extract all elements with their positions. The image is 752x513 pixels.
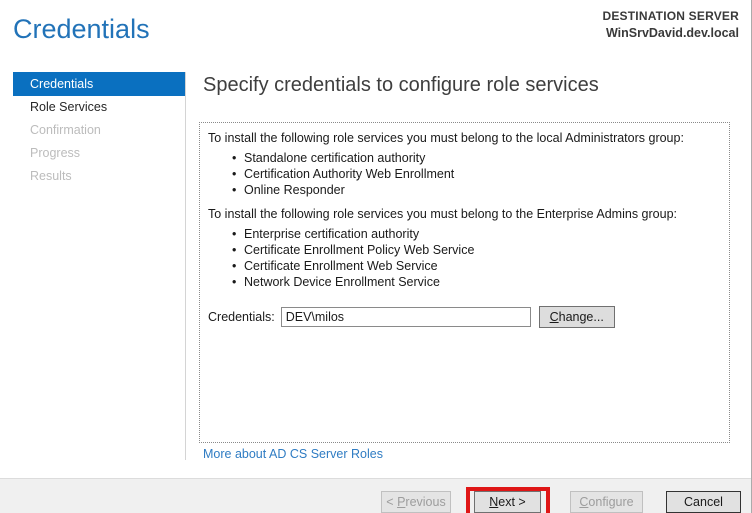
list-item: Enterprise certification authority	[232, 226, 721, 242]
next-button[interactable]: Next >	[474, 491, 541, 513]
sidebar-divider	[185, 72, 186, 460]
list-item: Network Device Enrollment Service	[232, 274, 721, 290]
cancel-button[interactable]: Cancel	[666, 491, 741, 513]
wizard-window: Credentials DESTINATION SERVER WinSrvDav…	[0, 0, 752, 513]
sidebar-item-credentials[interactable]: Credentials	[13, 72, 185, 96]
credentials-label: Credentials:	[208, 310, 275, 324]
list-item: Certificate Enrollment Web Service	[232, 258, 721, 274]
local-admins-service-list: Standalone certification authority Certi…	[208, 150, 721, 198]
sidebar-item-confirmation: Confirmation	[13, 119, 185, 142]
list-item: Standalone certification authority	[232, 150, 721, 166]
local-admins-intro: To install the following role services y…	[208, 130, 721, 146]
sidebar-item-role-services[interactable]: Role Services	[13, 96, 185, 119]
credentials-row: Credentials: Change...	[208, 306, 721, 328]
content-heading: Specify credentials to configure role se…	[203, 74, 599, 97]
list-item: Online Responder	[232, 182, 721, 198]
list-item: Certificate Enrollment Policy Web Servic…	[232, 242, 721, 258]
credentials-input[interactable]	[281, 307, 531, 327]
previous-button[interactable]: < Previous	[381, 491, 451, 513]
destination-server-name: WinSrvDavid.dev.local	[602, 26, 739, 40]
role-services-info-box: To install the following role services y…	[199, 122, 730, 443]
enterprise-admins-service-list: Enterprise certification authority Certi…	[208, 226, 721, 290]
wizard-steps-sidebar: Credentials Role Services Confirmation P…	[13, 72, 185, 188]
page-title: Credentials	[13, 14, 150, 45]
sidebar-item-results: Results	[13, 165, 185, 188]
change-credentials-button[interactable]: Change...	[539, 306, 615, 328]
list-item: Certification Authority Web Enrollment	[232, 166, 721, 182]
sidebar-item-progress: Progress	[13, 142, 185, 165]
wizard-footer: < Previous Next > Configure Cancel	[0, 478, 752, 513]
destination-server-label: DESTINATION SERVER	[602, 9, 739, 23]
destination-server-block: DESTINATION SERVER WinSrvDavid.dev.local	[602, 9, 739, 40]
more-about-adcs-link[interactable]: More about AD CS Server Roles	[203, 447, 383, 461]
configure-button[interactable]: Configure	[570, 491, 643, 513]
enterprise-admins-intro: To install the following role services y…	[208, 206, 721, 222]
